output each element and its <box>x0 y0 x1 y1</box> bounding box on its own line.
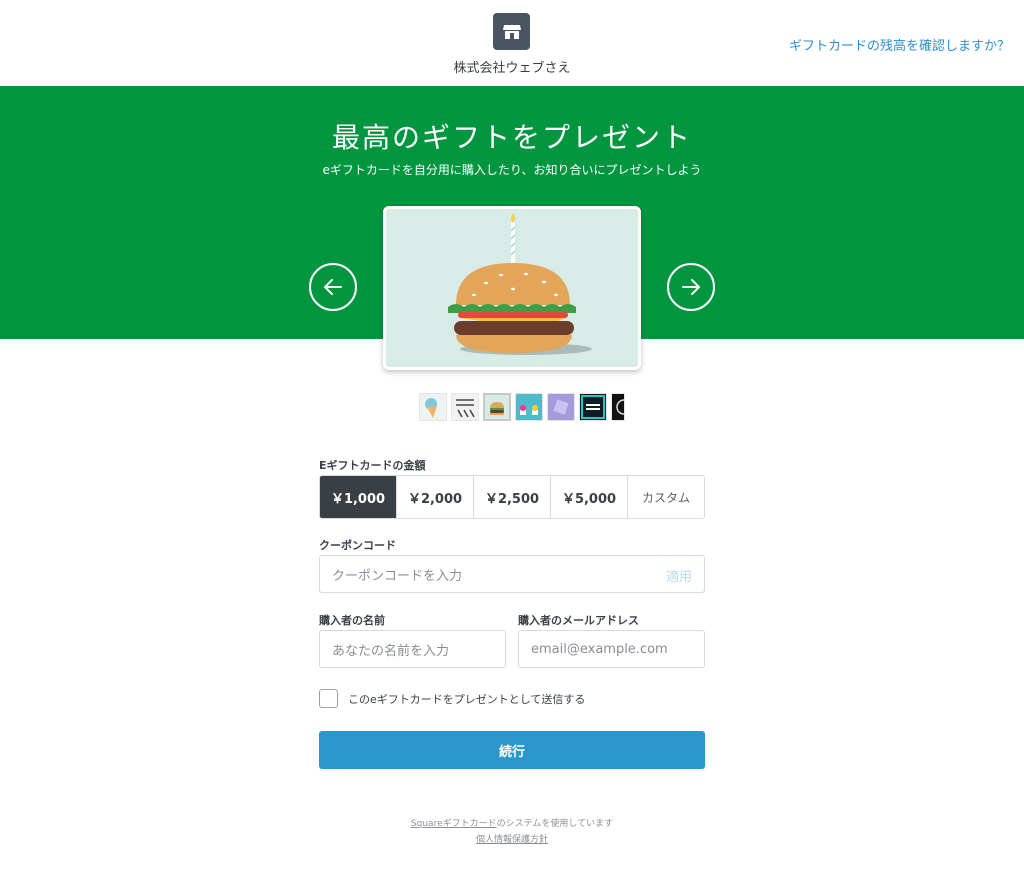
thumbnail-burger-birthday[interactable] <box>483 393 511 421</box>
amount-label: Eギフトカードの金額 <box>319 459 426 472</box>
thumbnail-birthday-text[interactable] <box>451 393 479 421</box>
square-gift-card-link[interactable]: Squareギフトカード <box>411 819 497 829</box>
header: 株式会社ウェブさえ ギフトカードの残高を確認しますか？ <box>0 0 1024 86</box>
arrow-left-icon <box>324 279 342 295</box>
coupon-input[interactable]: クーポンコードを入力 <box>319 555 705 593</box>
carousel-prev-button[interactable] <box>309 263 357 311</box>
thumbnail-happy-birthday-teal[interactable] <box>579 393 607 421</box>
amount-option-2000[interactable]: ￥2,000 <box>396 476 473 518</box>
thumbnail-ice-cream[interactable] <box>419 393 447 421</box>
name-input[interactable]: あなたの名前を入力 <box>319 630 506 668</box>
privacy-policy-link[interactable]: 個人情報保護方針 <box>476 835 548 845</box>
coupon-label: クーポンコード <box>319 539 396 552</box>
send-as-gift-label: このeギフトカードをプレゼントとして送信する <box>348 693 586 706</box>
arrow-right-icon <box>682 279 700 295</box>
gift-card-preview <box>383 206 641 370</box>
privacy-row: 個人情報保護方針 <box>0 832 1024 845</box>
amount-option-custom[interactable]: カスタム <box>627 476 704 518</box>
hero-subtitle: eギフトカードを自分用に購入したり、お知り合いにプレゼントしよう <box>322 163 702 177</box>
burger-illustration <box>448 214 592 355</box>
store-name: 株式会社ウェブさえ <box>453 61 571 76</box>
email-input[interactable]: email@example.com <box>518 630 705 668</box>
storefront-icon <box>493 13 530 50</box>
name-label: 購入者の名前 <box>319 614 385 627</box>
thumbnail-cupcakes[interactable] <box>515 393 543 421</box>
send-as-gift-checkbox[interactable] <box>319 689 338 708</box>
design-thumbnails <box>419 393 625 421</box>
carousel-next-button[interactable] <box>667 263 715 311</box>
continue-button[interactable]: 続行 <box>319 731 705 769</box>
thumbnail-purple-pattern[interactable] <box>547 393 575 421</box>
powered-text: のシステムを使用しています <box>496 819 614 829</box>
email-label: 購入者のメールアドレス <box>518 614 639 627</box>
check-balance-link[interactable]: ギフトカードの残高を確認しますか？ <box>789 35 1010 54</box>
hero-title: 最高のギフトをプレゼント <box>331 121 692 154</box>
amount-option-5000[interactable]: ￥5,000 <box>550 476 627 518</box>
thumbnail-dark[interactable] <box>611 393 625 421</box>
amount-selector: ￥1,000 ￥2,000 ￥2,500 ￥5,000 カスタム <box>319 475 705 519</box>
amount-option-1000[interactable]: ￥1,000 <box>320 476 396 518</box>
coupon-apply-button[interactable]: 適用 <box>666 566 692 585</box>
powered-by: Squareギフトカードのシステムを使用しています <box>0 816 1024 829</box>
amount-option-2500[interactable]: ￥2,500 <box>473 476 550 518</box>
